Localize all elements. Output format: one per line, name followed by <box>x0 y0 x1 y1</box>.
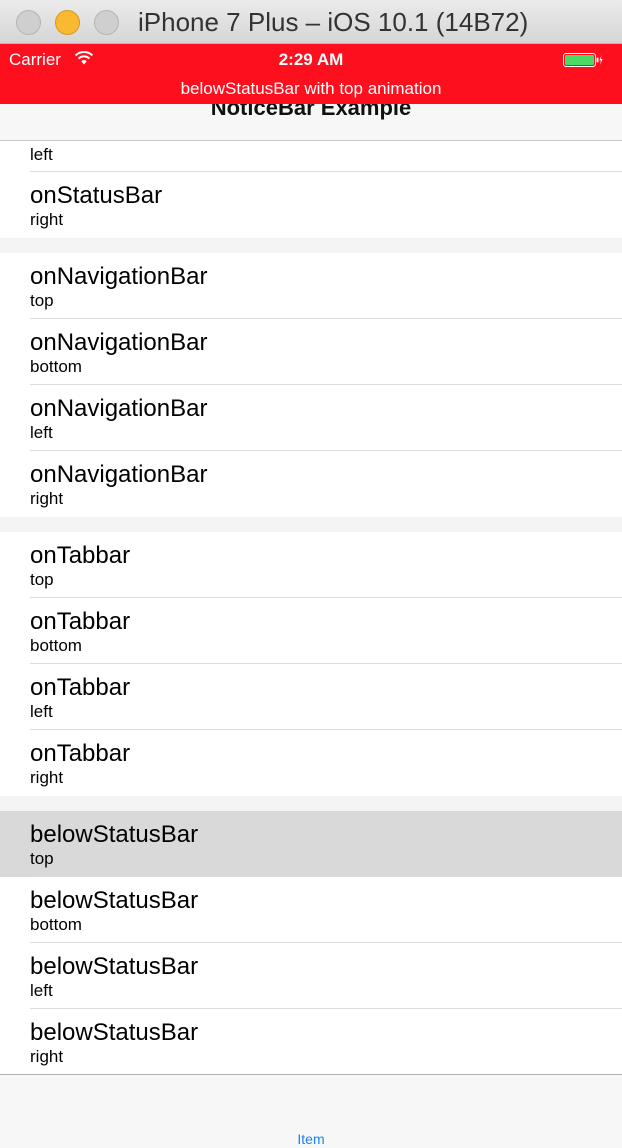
window-title: iPhone 7 Plus – iOS 10.1 (14B72) <box>138 7 529 37</box>
section-separator <box>0 238 622 253</box>
tab-bar: Item <box>0 1074 622 1148</box>
table-row[interactable]: left <box>0 141 622 172</box>
nav-title: NoticeBar Example <box>210 104 412 120</box>
close-window-button[interactable] <box>16 10 41 35</box>
table-row[interactable]: onTabbar top <box>0 532 622 598</box>
row-subtitle: right <box>30 210 64 229</box>
row-subtitle: left <box>30 145 53 164</box>
row-title: onTabbar <box>30 542 131 569</box>
row-subtitle: left <box>30 981 53 1000</box>
row-title: onStatusBar <box>30 182 163 209</box>
section-separator <box>0 796 622 811</box>
examples-table[interactable]: left onStatusBar right onNavigationBar t… <box>0 141 622 1075</box>
table-row[interactable]: onNavigationBar bottom <box>0 319 622 385</box>
row-subtitle: left <box>30 423 53 442</box>
row-title: belowStatusBar <box>30 1019 199 1046</box>
row-title: belowStatusBar <box>30 953 199 980</box>
table-row[interactable]: onNavigationBar right <box>0 451 622 517</box>
row-subtitle: bottom <box>30 357 82 376</box>
section-separator <box>0 517 622 532</box>
row-subtitle: right <box>30 1047 64 1066</box>
table-row[interactable]: belowStatusBar right <box>0 1009 622 1075</box>
row-subtitle: top <box>30 570 54 589</box>
table-row-selected[interactable]: belowStatusBar top <box>0 811 622 877</box>
notice-bar[interactable]: Carrier 2:29 AM belowStatusBar with top … <box>0 44 622 104</box>
row-subtitle: right <box>30 489 64 508</box>
row-subtitle: bottom <box>30 915 82 934</box>
simulator-window: iPhone 7 Plus – iOS 10.1 (14B72) Carrier… <box>0 0 622 1148</box>
row-title: onTabbar <box>30 674 131 701</box>
navigation-bar: NoticeBar Example <box>0 104 622 141</box>
row-title: belowStatusBar <box>30 887 199 914</box>
table-row[interactable]: onTabbar right <box>0 730 622 796</box>
table-row[interactable]: onNavigationBar left <box>0 385 622 451</box>
row-title: onTabbar <box>30 740 131 767</box>
row-subtitle: left <box>30 702 53 721</box>
row-title: onNavigationBar <box>30 395 208 422</box>
table-row[interactable]: onTabbar left <box>0 664 622 730</box>
zoom-window-button[interactable] <box>94 10 119 35</box>
row-title: onNavigationBar <box>30 329 208 356</box>
row-title: onNavigationBar <box>30 461 208 488</box>
table-row[interactable]: onNavigationBar top <box>0 253 622 319</box>
row-subtitle: bottom <box>30 636 82 655</box>
tab-item[interactable]: Item <box>0 1131 622 1147</box>
row-subtitle: top <box>30 849 54 868</box>
battery-charging-icon <box>563 53 603 67</box>
row-subtitle: right <box>30 768 64 787</box>
row-title: belowStatusBar <box>30 821 199 848</box>
table-row[interactable]: onStatusBar right <box>0 172 622 238</box>
row-title: onNavigationBar <box>30 263 208 290</box>
table-row[interactable]: belowStatusBar bottom <box>0 877 622 943</box>
table-row[interactable]: onTabbar bottom <box>0 598 622 664</box>
row-title: onTabbar <box>30 608 131 635</box>
notice-message: belowStatusBar with top animation <box>180 79 442 98</box>
table-row[interactable]: belowStatusBar left <box>0 943 622 1009</box>
window-titlebar: iPhone 7 Plus – iOS 10.1 (14B72) <box>0 0 622 44</box>
minimize-window-button[interactable] <box>55 10 80 35</box>
status-time: 2:29 AM <box>278 50 344 69</box>
row-subtitle: top <box>30 291 54 310</box>
